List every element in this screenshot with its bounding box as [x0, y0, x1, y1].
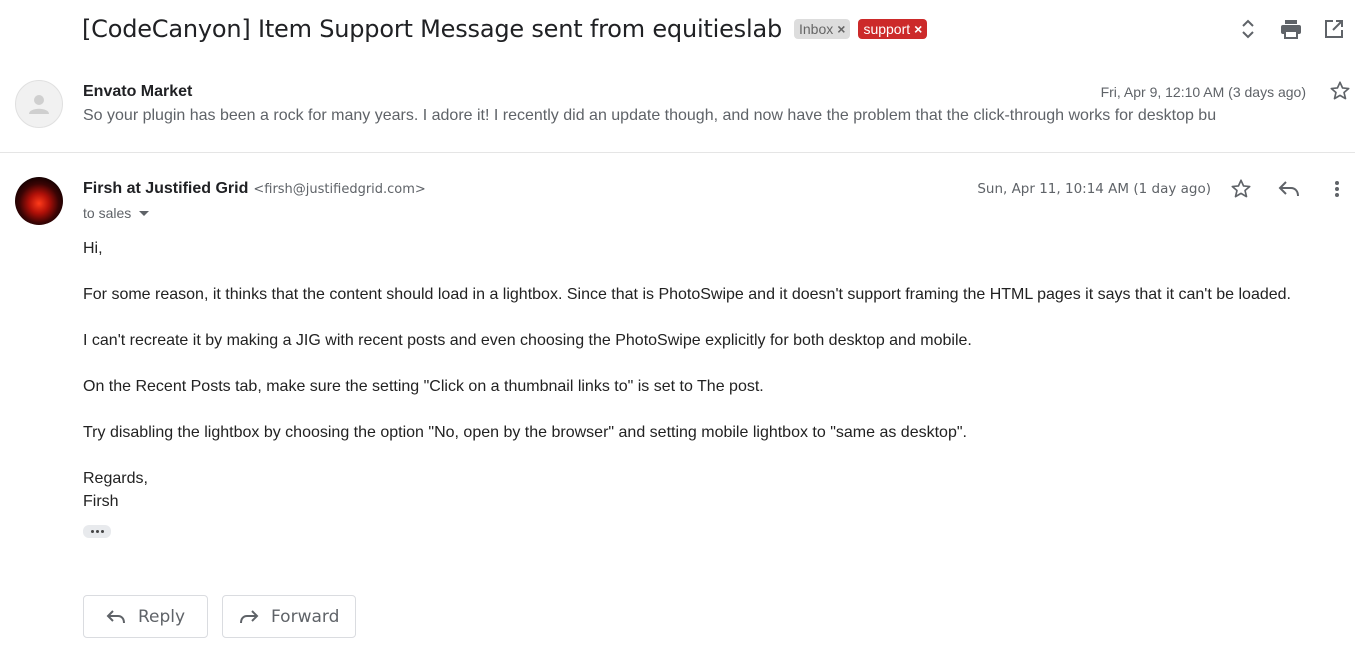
forward-label: Forward: [271, 606, 340, 627]
label-support[interactable]: support ×: [858, 19, 928, 39]
body-paragraph: I can't recreate it by making a JIG with…: [83, 332, 972, 349]
reply-label: Reply: [138, 606, 186, 627]
remove-label-icon[interactable]: ×: [914, 21, 922, 37]
show-trimmed-content-button[interactable]: [83, 525, 111, 538]
forward-button[interactable]: Forward: [222, 595, 356, 638]
label-inbox-text: Inbox: [799, 21, 834, 37]
person-icon: [29, 95, 49, 114]
divider: [0, 152, 1355, 153]
avatar: [15, 177, 63, 225]
label-support-text: support: [863, 21, 911, 37]
message2-header: Firsh at Justified Grid <firsh@justified…: [83, 180, 426, 198]
message2-actions: [1217, 176, 1361, 202]
recipients-text: to sales: [83, 205, 132, 221]
message2-sender[interactable]: Firsh at Justified Grid: [83, 180, 248, 198]
message2-email: <firsh@justifiedgrid.com>: [253, 182, 426, 197]
message1-snippet[interactable]: So your plugin has been a rock for many …: [83, 107, 1233, 125]
chevron-down-icon: [139, 210, 150, 216]
expand-collapse-icon[interactable]: [1226, 15, 1269, 43]
message-body: Hi, For some reason, it thinks that the …: [83, 237, 1313, 513]
more-options-icon[interactable]: [1313, 176, 1361, 202]
message1-sender[interactable]: Envato Market: [83, 83, 192, 101]
forward-icon: [240, 609, 259, 623]
body-greeting: Hi,: [83, 240, 103, 257]
avatar: [15, 80, 63, 128]
label-inbox[interactable]: Inbox ×: [794, 19, 851, 39]
body-signature: Firsh: [83, 493, 119, 510]
open-new-window-icon[interactable]: [1312, 15, 1355, 43]
reply-button[interactable]: Reply: [83, 595, 208, 638]
remove-label-icon[interactable]: ×: [837, 21, 845, 37]
body-paragraph: Try disabling the lightbox by choosing t…: [83, 424, 967, 441]
recipients-toggle[interactable]: to sales: [83, 205, 150, 221]
print-icon[interactable]: [1269, 15, 1312, 43]
star-icon[interactable]: [1329, 80, 1353, 104]
body-paragraph: For some reason, it thinks that the cont…: [83, 286, 1291, 303]
message2-date: Sun, Apr 11, 10:14 AM (1 day ago): [977, 181, 1211, 197]
subject-row: [CodeCanyon] Item Support Message sent f…: [82, 12, 928, 46]
message1-date: Fri, Apr 9, 12:10 AM (3 days ago): [1100, 84, 1306, 100]
reply-icon[interactable]: [1265, 176, 1313, 202]
reply-icon: [106, 609, 125, 623]
thread-subject: [CodeCanyon] Item Support Message sent f…: [82, 15, 782, 43]
thread-toolbar: [1226, 15, 1355, 43]
body-paragraph: On the Recent Posts tab, make sure the s…: [83, 378, 764, 395]
star-icon[interactable]: [1217, 176, 1265, 202]
body-closing: Regards,: [83, 470, 148, 487]
